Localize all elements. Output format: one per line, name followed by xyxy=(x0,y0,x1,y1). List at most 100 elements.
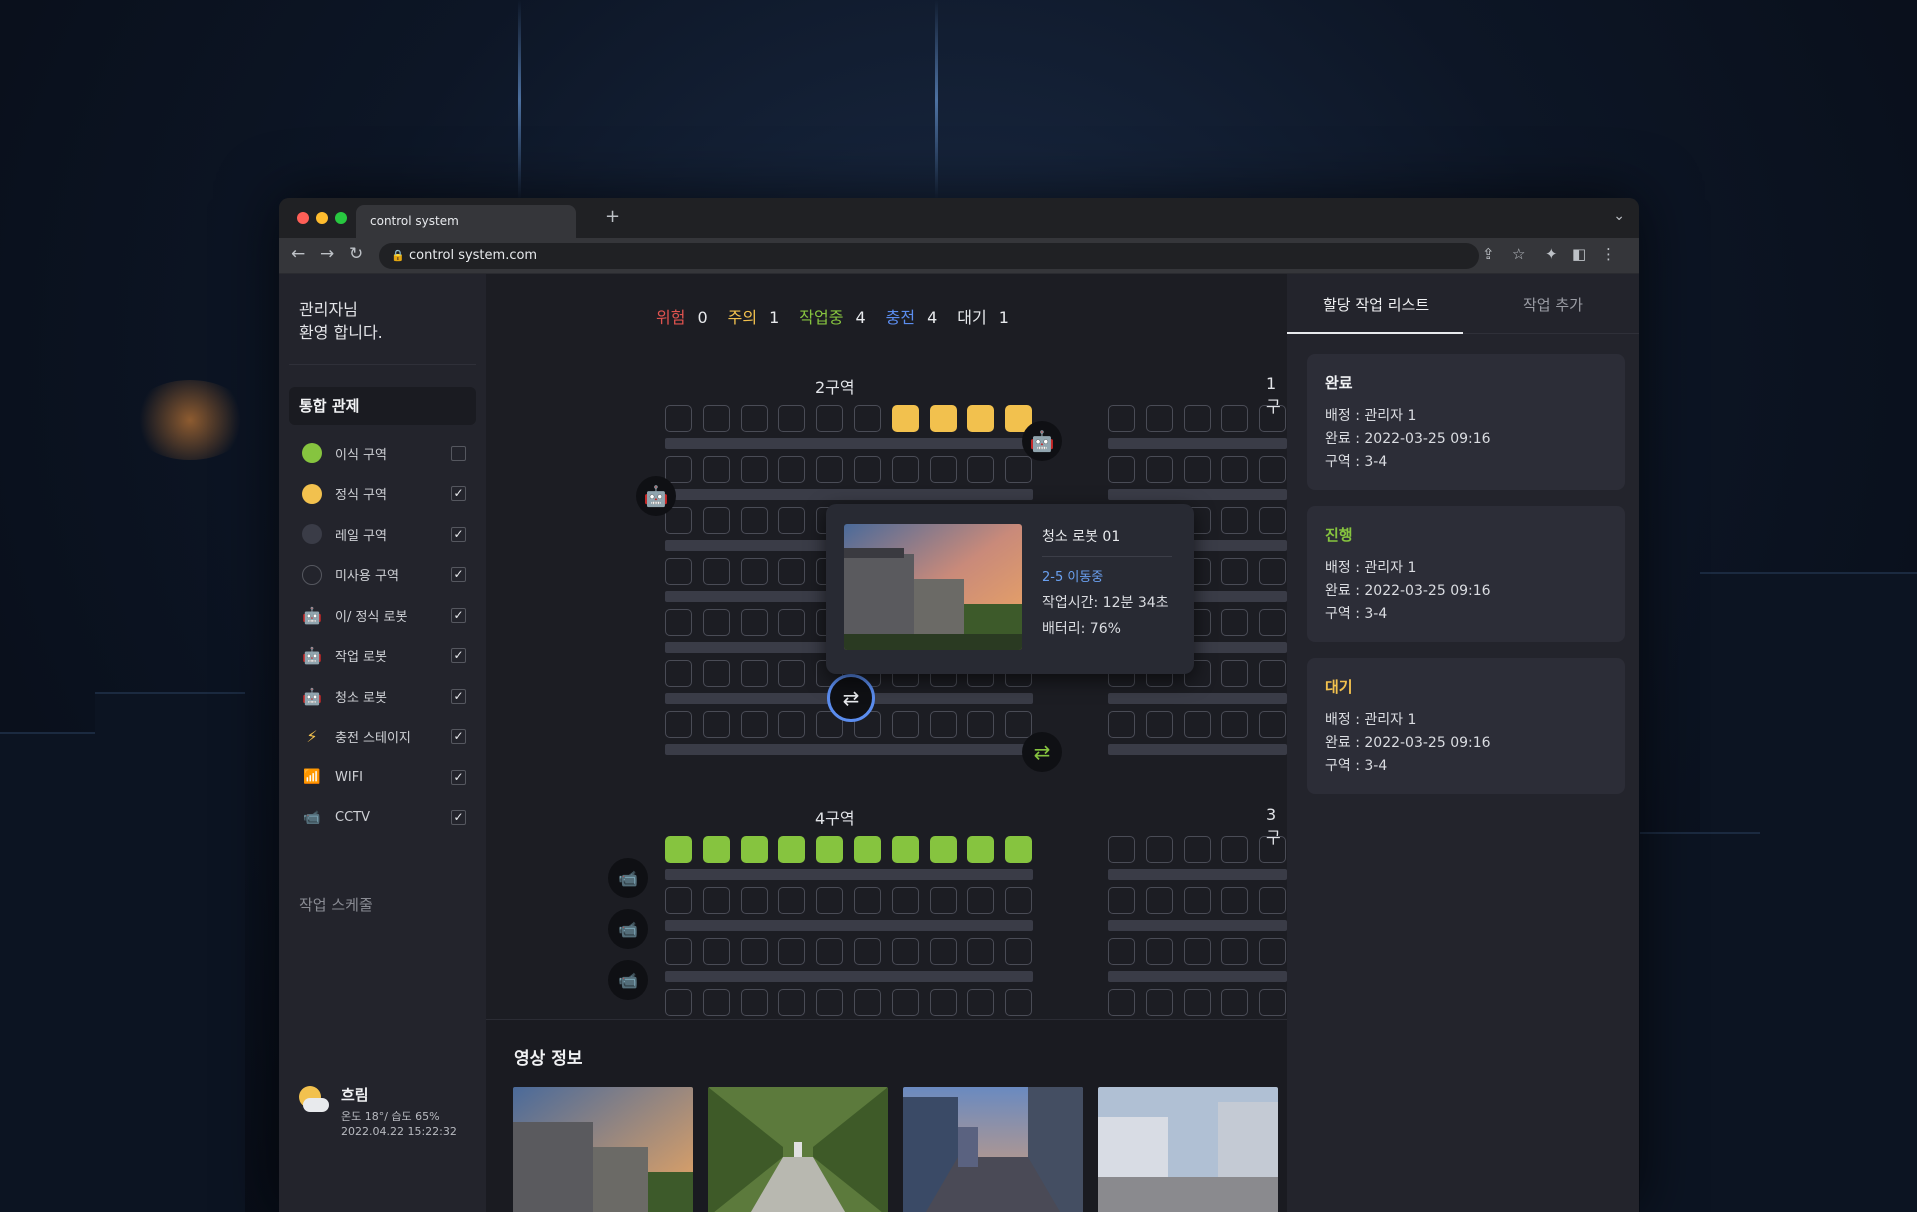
grid-cell[interactable] xyxy=(1259,938,1287,965)
grid-cell[interactable] xyxy=(891,938,919,965)
grid-cell[interactable] xyxy=(740,558,768,585)
grid-cell[interactable] xyxy=(967,887,995,914)
grid-cell[interactable] xyxy=(665,989,692,1016)
url-input[interactable]: 🔒 control system.com xyxy=(379,243,1479,269)
grid-cell[interactable] xyxy=(1108,405,1135,432)
grid-cell[interactable] xyxy=(929,938,957,965)
grid-cell[interactable] xyxy=(1005,456,1033,483)
grid-cell[interactable] xyxy=(891,456,919,483)
grid-cell[interactable] xyxy=(1005,938,1033,965)
grid-cell[interactable] xyxy=(740,989,768,1016)
grid-cell[interactable] xyxy=(967,456,995,483)
grid-cell[interactable] xyxy=(816,989,844,1016)
legend-checkbox[interactable]: ✓ xyxy=(451,810,466,826)
cleaning-robot-marker-selected[interactable]: ⇄ xyxy=(827,674,875,722)
grid-cell[interactable] xyxy=(1221,609,1249,636)
grid-cell[interactable] xyxy=(702,836,730,863)
minimize-window-dot[interactable] xyxy=(316,212,328,224)
schedule-link[interactable]: 작업 스케줄 xyxy=(299,894,373,915)
status-standby[interactable]: 대기 1 xyxy=(957,304,1009,328)
grid-cell[interactable] xyxy=(665,609,692,636)
grid-cell[interactable] xyxy=(1183,405,1211,432)
grid-cell[interactable] xyxy=(778,660,806,687)
grid-cell[interactable] xyxy=(1005,887,1033,914)
grid-cell[interactable] xyxy=(1183,836,1211,863)
grid-cell[interactable] xyxy=(1145,711,1173,738)
grid-cell[interactable] xyxy=(1005,989,1033,1016)
grid-cell[interactable] xyxy=(891,836,919,863)
legend-checkbox[interactable]: ✓ xyxy=(451,607,466,623)
grid-cell[interactable] xyxy=(967,711,995,738)
grid-cell[interactable] xyxy=(778,887,806,914)
work-robot-marker[interactable]: 🤖 xyxy=(636,476,676,516)
grid-cell[interactable] xyxy=(967,989,995,1016)
grid-cell[interactable] xyxy=(778,558,806,585)
legend-item[interactable]: 정식 구역 ✓ xyxy=(279,474,486,515)
grid-cell[interactable] xyxy=(1183,887,1211,914)
grid-cell[interactable] xyxy=(967,938,995,965)
grid-cell[interactable] xyxy=(1108,887,1135,914)
grid-cell[interactable] xyxy=(702,405,730,432)
grid-cell[interactable] xyxy=(854,405,881,432)
grid-cell[interactable] xyxy=(1145,836,1173,863)
grid-cell[interactable] xyxy=(1108,836,1135,863)
task-card[interactable]: 대기 배정 : 관리자 1 완료 : 2022-03-25 09:16 구역 : 3-… xyxy=(1307,658,1625,794)
status-working[interactable]: 작업중 4 xyxy=(799,304,865,328)
grid-cell[interactable] xyxy=(929,456,957,483)
legend-item[interactable]: 📹 CCTV ✓ xyxy=(279,798,486,839)
grid-cell[interactable] xyxy=(854,836,881,863)
tab-add-task[interactable]: 작업 추가 xyxy=(1523,294,1583,315)
task-card[interactable]: 완료 배정 : 관리자 1 완료 : 2022-03-25 09:16 구역 : 3-… xyxy=(1307,354,1625,490)
legend-item[interactable]: 이식 구역 xyxy=(279,433,486,474)
grid-cell[interactable] xyxy=(665,456,692,483)
grid-cell[interactable] xyxy=(778,989,806,1016)
grid-cell[interactable] xyxy=(929,836,957,863)
grid-cell[interactable] xyxy=(1145,887,1173,914)
tab-assigned-tasks[interactable]: 할당 작업 리스트 xyxy=(1323,294,1429,315)
grid-cell[interactable] xyxy=(816,887,844,914)
status-charging[interactable]: 충전 4 xyxy=(886,304,938,328)
grid-cell[interactable] xyxy=(929,405,957,432)
grid-cell[interactable] xyxy=(702,609,730,636)
grid-cell[interactable] xyxy=(929,887,957,914)
grid-cell[interactable] xyxy=(665,405,692,432)
grid-cell[interactable] xyxy=(1145,989,1173,1016)
grid-cell[interactable] xyxy=(778,507,806,534)
legend-item[interactable]: 🤖 작업 로봇 ✓ xyxy=(279,636,486,677)
grid-cell[interactable] xyxy=(1259,887,1287,914)
grid-cell[interactable] xyxy=(1259,558,1287,585)
legend-checkbox[interactable]: ✓ xyxy=(451,769,466,785)
grid-cell[interactable] xyxy=(778,836,806,863)
grid-cell[interactable] xyxy=(665,711,692,738)
video-thumbnail[interactable] xyxy=(1098,1087,1278,1212)
grid-cell[interactable] xyxy=(1259,405,1287,432)
more-menu-icon[interactable]: ⋮ xyxy=(1601,245,1616,263)
legend-checkbox[interactable]: ✓ xyxy=(451,648,466,664)
extensions-icon[interactable]: ✦ xyxy=(1545,245,1558,263)
grid-cell[interactable] xyxy=(816,938,844,965)
legend-item[interactable]: 📶 WIFI ✓ xyxy=(279,757,486,798)
grid-cell[interactable] xyxy=(816,405,844,432)
grid-cell[interactable] xyxy=(1259,456,1287,483)
grid-cell[interactable] xyxy=(702,660,730,687)
grid-cell[interactable] xyxy=(1221,456,1249,483)
grid-cell[interactable] xyxy=(740,507,768,534)
grid-cell[interactable] xyxy=(1145,456,1173,483)
legend-checkbox[interactable] xyxy=(451,445,466,461)
grid-cell[interactable] xyxy=(665,938,692,965)
grid-cell[interactable] xyxy=(740,609,768,636)
grid-cell[interactable] xyxy=(1259,660,1287,687)
legend-item[interactable]: 🤖 이/ 정식 로봇 ✓ xyxy=(279,595,486,636)
legend-checkbox[interactable]: ✓ xyxy=(451,486,466,502)
grid-cell[interactable] xyxy=(1221,405,1249,432)
grid-cell[interactable] xyxy=(854,887,881,914)
grid-cell[interactable] xyxy=(1259,609,1287,636)
grid-cell[interactable] xyxy=(816,836,844,863)
legend-item[interactable]: 레일 구역 ✓ xyxy=(279,514,486,555)
grid-cell[interactable] xyxy=(665,660,692,687)
work-robot-marker[interactable]: 🤖 xyxy=(1022,421,1062,461)
maximize-window-dot[interactable] xyxy=(335,212,347,224)
grid-cell[interactable] xyxy=(1221,989,1249,1016)
grid-cell[interactable] xyxy=(1221,711,1249,738)
legend-item[interactable]: 🤖 청소 로봇 ✓ xyxy=(279,676,486,717)
